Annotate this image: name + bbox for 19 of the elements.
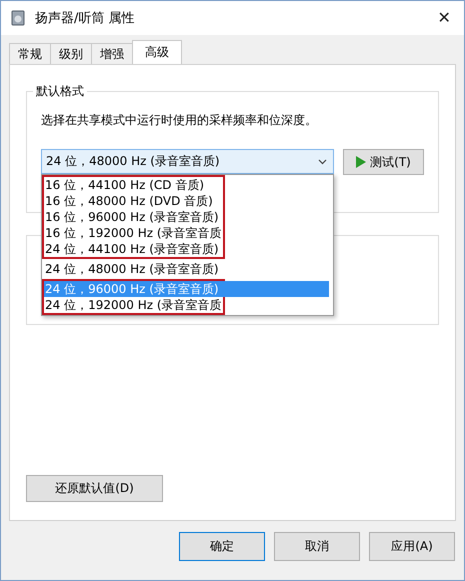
window-title: 扬声器/听筒 属性	[35, 10, 136, 27]
dropdown-option[interactable]: 16 位，192000 Hz (录音室音质	[44, 225, 223, 241]
close-button[interactable]: ✕	[424, 3, 464, 33]
dialog-button[interactable]: 取消	[274, 532, 360, 561]
test-button[interactable]: 测试(T)	[343, 149, 424, 175]
dialog-button[interactable]: 确定	[179, 532, 265, 561]
dialog-button[interactable]: 应用(A)	[369, 532, 455, 561]
tab[interactable]: 高级	[132, 40, 182, 64]
description-text: 选择在共享模式中运行时使用的采样频率和位深度。	[41, 112, 318, 129]
dropdown-option[interactable]: 16 位，44100 Hz (CD 音质)	[44, 177, 223, 193]
tab[interactable]: 常规	[9, 43, 51, 64]
dropdown-option[interactable]: 24 位，44100 Hz (录音室音质)	[44, 241, 223, 257]
dropdown-option[interactable]: 24 位，48000 Hz (录音室音质)	[44, 261, 331, 277]
dropdown-option[interactable]: 24 位，192000 Hz (录音室音质	[44, 297, 223, 313]
dropdown-option[interactable]: 16 位，48000 Hz (DVD 音质)	[44, 193, 223, 209]
format-dropdown[interactable]: 24 位，48000 Hz (录音室音质)	[41, 149, 334, 174]
group-title: 默认格式	[33, 83, 87, 100]
dropdown-option[interactable]: 16 位，96000 Hz (录音室音质)	[44, 209, 223, 225]
restore-defaults-button[interactable]: 还原默认值(D)	[26, 475, 163, 502]
